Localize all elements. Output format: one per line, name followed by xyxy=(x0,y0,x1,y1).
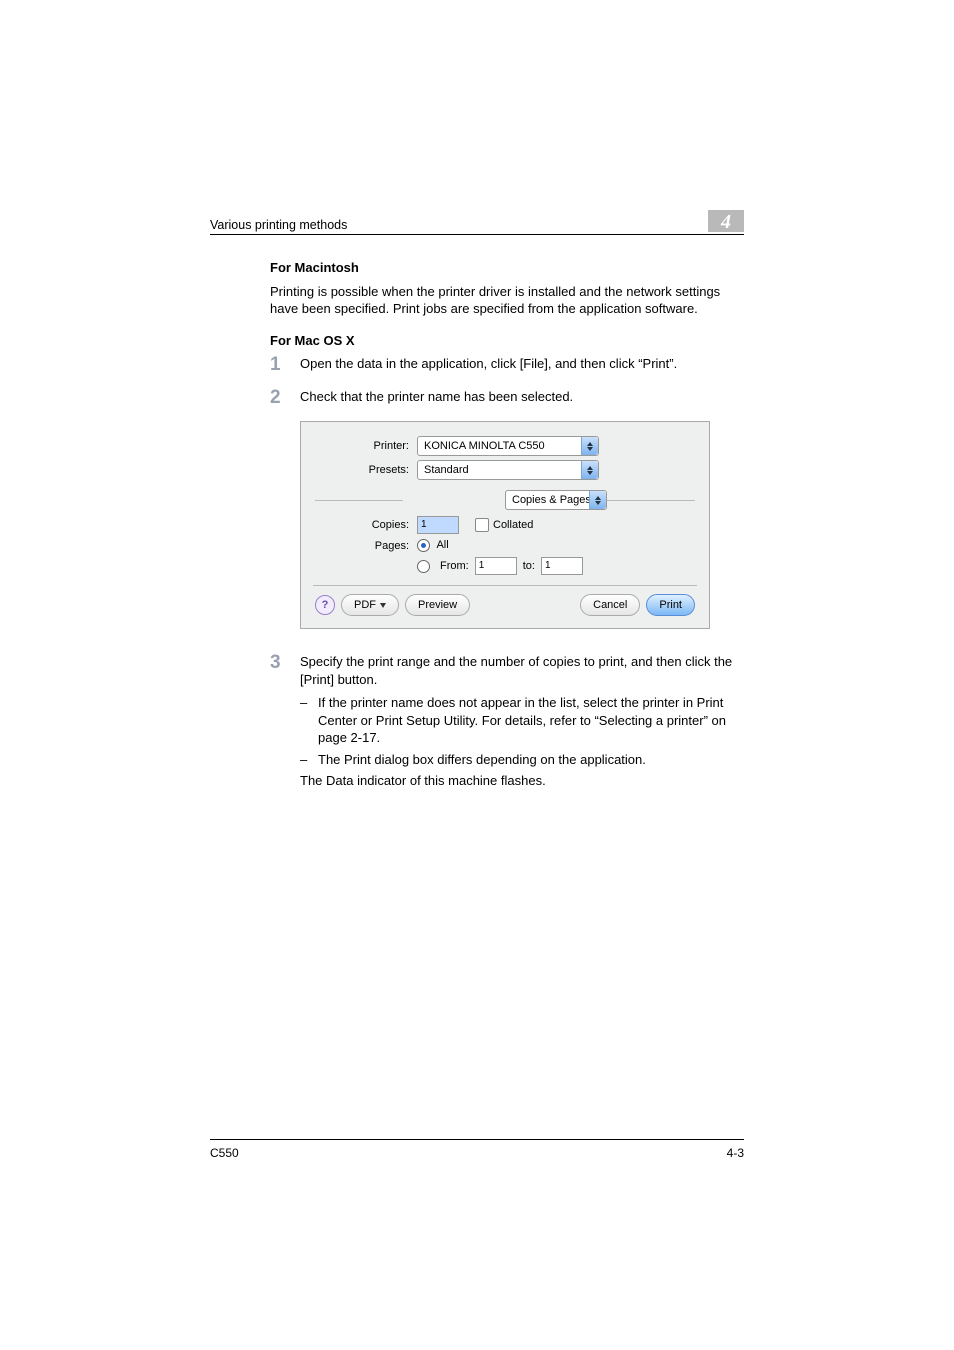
collated-checkbox[interactable] xyxy=(475,518,489,532)
help-button[interactable]: ? xyxy=(315,595,335,615)
chevron-down-icon xyxy=(380,603,386,608)
heading-for-macintosh: For Macintosh xyxy=(270,259,744,277)
copies-label: Copies: xyxy=(315,518,417,533)
pages-label: Pages: xyxy=(315,538,417,554)
chapter-box: 4 xyxy=(708,210,744,232)
pages-all-radio[interactable] xyxy=(417,539,430,552)
collated-label: Collated xyxy=(493,518,533,533)
select-arrow-icon xyxy=(581,461,598,479)
pdf-menu-button[interactable]: PDF xyxy=(341,594,399,616)
intro-para: Printing is possible when the printer dr… xyxy=(270,283,744,318)
cancel-button[interactable]: Cancel xyxy=(580,594,640,616)
select-arrow-icon xyxy=(581,437,598,455)
to-input[interactable]: 1 xyxy=(541,557,583,575)
presets-label: Presets: xyxy=(315,463,417,478)
from-input[interactable]: 1 xyxy=(475,557,517,575)
pages-all-label: All xyxy=(436,539,448,551)
printer-select[interactable]: KONICA MINOLTA C550 xyxy=(417,436,599,456)
sub-item: The Print dialog box differs depending o… xyxy=(318,751,646,769)
pages-range-radio[interactable] xyxy=(417,560,430,573)
select-arrow-icon xyxy=(589,491,606,509)
step-number: 1 xyxy=(270,355,300,374)
copies-input[interactable]: 1 xyxy=(417,516,459,534)
from-label: From: xyxy=(440,559,469,574)
pane-select[interactable]: Copies & Pages xyxy=(505,490,607,510)
running-head: Various printing methods xyxy=(210,218,347,232)
presets-select-value: Standard xyxy=(424,463,469,478)
header-rule xyxy=(210,234,744,235)
printer-label: Printer: xyxy=(315,439,417,454)
step-text: Check that the printer name has been sel… xyxy=(300,388,744,407)
bullet-dash: – xyxy=(300,694,318,747)
step-text: Open the data in the application, click … xyxy=(300,355,744,374)
presets-select[interactable]: Standard xyxy=(417,460,599,480)
printer-select-value: KONICA MINOLTA C550 xyxy=(424,439,545,454)
print-button[interactable]: Print xyxy=(646,594,695,616)
footer-model: C550 xyxy=(210,1146,239,1160)
preview-button[interactable]: Preview xyxy=(405,594,470,616)
dialog-separator xyxy=(313,585,697,586)
to-label: to: xyxy=(523,559,535,574)
pdf-button-label: PDF xyxy=(354,598,376,613)
print-dialog: Printer: KONICA MINOLTA C550 Presets: St… xyxy=(300,421,710,629)
step-text: Specify the print range and the number o… xyxy=(300,653,744,688)
sub-item: If the printer name does not appear in t… xyxy=(318,694,744,747)
step-tail-text: The Data indicator of this machine flash… xyxy=(300,772,744,790)
footer-page-number: 4-3 xyxy=(727,1146,744,1160)
step-number: 3 xyxy=(270,653,300,790)
bullet-dash: – xyxy=(300,751,318,769)
heading-for-macosx: For Mac OS X xyxy=(270,332,744,350)
pane-select-value: Copies & Pages xyxy=(512,493,591,508)
step-number: 2 xyxy=(270,388,300,407)
